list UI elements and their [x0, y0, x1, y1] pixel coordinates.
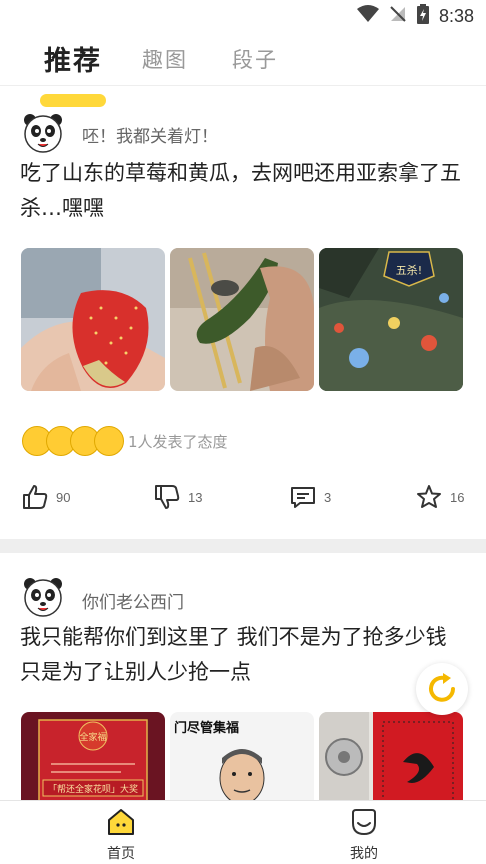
battery-icon: [416, 4, 429, 28]
dislike-count: 13: [188, 489, 203, 505]
refresh-icon: [429, 673, 455, 702]
wifi-icon: [356, 5, 379, 27]
post-image-game[interactable]: 五杀!: [319, 248, 463, 391]
comment-count: 3: [324, 489, 332, 505]
bottom-nav: 首页 我的: [0, 800, 486, 864]
clock: 8:38: [438, 5, 474, 26]
refresh-button[interactable]: [416, 663, 468, 715]
tab-recommend[interactable]: 推荐: [44, 39, 102, 78]
favorite-button[interactable]: 16: [416, 484, 464, 510]
reactions[interactable]: 1人发表了态度: [22, 424, 228, 458]
comment-button[interactable]: 3: [290, 484, 331, 510]
tab-jokes[interactable]: 段子: [232, 44, 278, 74]
dislike-button[interactable]: 13: [154, 484, 202, 510]
tongue-emoji-icon: [94, 426, 124, 456]
thumbs-up-icon: [23, 485, 48, 509]
like-count: 90: [56, 489, 71, 505]
post-text[interactable]: 吃了山东的草莓和黄瓜，去网吧还用亚索拿了五杀…嘿嘿: [20, 156, 470, 226]
like-button[interactable]: 90: [22, 484, 70, 510]
top-tabs: 推荐 趣图 段子: [0, 36, 486, 107]
favorite-count: 16: [450, 489, 465, 505]
username[interactable]: 你们老公西门: [82, 588, 184, 613]
comment-icon: [291, 487, 315, 508]
avatar[interactable]: [22, 576, 64, 618]
profile-icon: [352, 809, 376, 836]
post-text[interactable]: 我只能帮你们到这里了 我们不是为了抢多少钱 只是为了让别人少抢一点: [20, 620, 470, 690]
username[interactable]: 呸！我都关着灯！: [82, 122, 218, 147]
reaction-count-text: 1人发表了态度: [128, 432, 228, 451]
promo-card-banner: 「帮还全家花呗」大奖: [48, 783, 138, 795]
avatar[interactable]: [22, 112, 64, 154]
active-tab-indicator: [40, 94, 106, 107]
nav-profile[interactable]: 我的: [334, 807, 394, 863]
nav-profile-label: 我的: [350, 846, 378, 862]
meme-caption: 门尽管集福: [174, 720, 239, 736]
nav-home-label: 首页: [107, 846, 135, 862]
tab-funny-pics[interactable]: 趣图: [142, 44, 188, 74]
game-overlay-text: 五杀!: [396, 263, 422, 277]
nav-home[interactable]: 首页: [91, 807, 151, 863]
post-divider: [0, 539, 486, 553]
no-signal-icon: [389, 5, 407, 27]
status-bar: 8:38: [0, 0, 486, 34]
post-image-strawberry[interactable]: [21, 248, 165, 391]
promo-card-title: 全家福: [79, 731, 106, 743]
post-image-cucumber[interactable]: [170, 248, 314, 391]
home-icon: [108, 809, 134, 835]
star-icon: [417, 485, 441, 508]
thumbs-down-icon: [155, 485, 180, 509]
